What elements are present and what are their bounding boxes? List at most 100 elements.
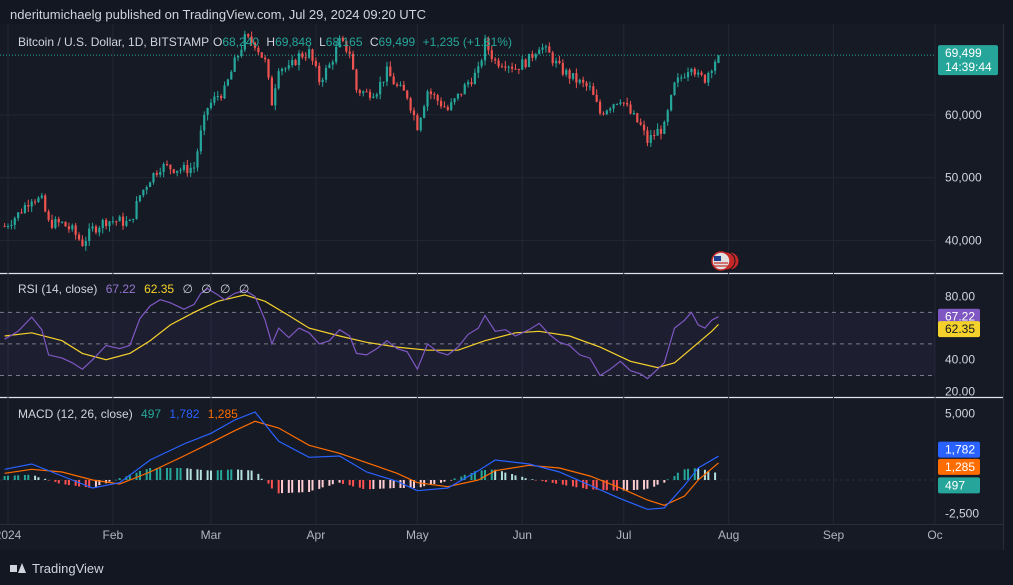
candle-body (456, 93, 460, 99)
macd-histogram-bar (389, 480, 392, 489)
candle-body (379, 81, 382, 95)
macd-histogram-bar (352, 480, 355, 487)
tradingview-logo-icon (10, 562, 26, 574)
candle-body (571, 73, 575, 79)
candle-body (507, 66, 510, 68)
candle-body (368, 91, 372, 98)
price-tick-label: 40,000 (945, 234, 982, 248)
macd-histogram-bar (331, 480, 334, 485)
macd-histogram-bar (250, 470, 253, 480)
x-tick-label: Sep (823, 528, 845, 542)
candle-body (575, 73, 578, 83)
candle-body (321, 79, 324, 83)
price-pane[interactable] (0, 30, 935, 251)
rsi-pane[interactable] (0, 287, 935, 380)
candle-body (673, 82, 676, 96)
candle-body (169, 164, 172, 170)
macd-signal-line (4, 420, 719, 506)
macd-histogram-bar (646, 480, 649, 489)
chart-frame[interactable]: 2024 Feb Mar Apr May Jun Jul Aug Sep Oc 60,000 50,0… (0, 24, 1004, 550)
candle-body (568, 70, 571, 79)
candle-body (541, 47, 544, 50)
candle-body (697, 72, 700, 75)
candle-body (450, 102, 453, 110)
candle-body (297, 53, 301, 66)
candle-body (642, 124, 646, 131)
candle-body (81, 239, 84, 247)
candle-body (514, 68, 517, 70)
candle-body (40, 195, 43, 198)
candle-body (585, 82, 588, 87)
candle-body (615, 103, 619, 105)
tradingview-footer[interactable]: TradingView (10, 558, 104, 578)
candle-body (264, 57, 267, 60)
macd-histogram-bar (186, 468, 189, 480)
candle-body (406, 90, 409, 99)
candle-body (199, 130, 202, 152)
candle-body (291, 59, 294, 66)
chart-canvas[interactable]: 2024 Feb Mar Apr May Jun Jul Aug Sep Oc 60,000 50,0… (0, 24, 1003, 550)
macd-histogram-bar (582, 480, 585, 489)
macd-histogram-bar (318, 480, 321, 489)
candle-body (13, 218, 16, 225)
candle-body (216, 96, 219, 98)
candle-body (649, 135, 652, 143)
candle-body (659, 128, 663, 134)
candle-body (84, 241, 87, 247)
candle-body (582, 79, 585, 83)
macd-histogram-bar (676, 472, 679, 480)
candle-body (182, 164, 186, 170)
rsi-tick-label: 80.00 (945, 290, 975, 304)
macd-histogram-bar (166, 468, 169, 480)
macd-histogram-bar (209, 470, 212, 480)
candle-body (358, 90, 361, 94)
macd-histogram-bar (108, 480, 111, 482)
candle-body (548, 46, 551, 53)
macd-histogram-bar (321, 480, 324, 488)
macd-pane[interactable] (0, 411, 935, 510)
x-tick-label: Mar (201, 528, 222, 542)
candle-body (710, 70, 713, 73)
x-tick-label: 2024 (0, 528, 22, 542)
macd-histogram-bar (605, 480, 608, 491)
candle-body (470, 82, 473, 85)
candle-body (629, 104, 632, 114)
macd-histogram-bar (433, 480, 436, 484)
candle-body (395, 84, 399, 86)
candle-body (636, 113, 639, 123)
candle-body (192, 167, 196, 169)
ohlc-readout: O68,240 H69,848 L68,165 C69,499 +1,235 (… (213, 35, 512, 49)
macd-histogram-bar (663, 480, 666, 483)
candle-body (538, 49, 541, 55)
macd-histogram-bar (683, 469, 686, 480)
candle-body (558, 60, 561, 64)
candle-body (260, 52, 263, 58)
us-economic-events-flag-icon[interactable] (711, 251, 740, 271)
candle-body (561, 63, 564, 75)
candle-body (10, 224, 13, 227)
candle-body (426, 91, 429, 107)
candle-body (666, 110, 669, 122)
publish-header: nderitumichaelg published on TradingView… (10, 7, 427, 22)
macd-histogram-bar (57, 480, 60, 484)
candle-body (412, 110, 416, 116)
macd-histogram-bar (511, 474, 514, 480)
macd-histogram-bar (13, 475, 16, 480)
macd-histogram-bar (643, 480, 646, 490)
macd-histogram-bar (636, 480, 639, 490)
candle-body (44, 195, 47, 212)
macd-histogram-bar (3, 476, 6, 480)
candle-body (176, 170, 179, 173)
x-tick-label: Jul (616, 528, 631, 542)
macd-histogram-bar (34, 475, 37, 480)
candle-body (162, 164, 165, 172)
macd-histogram-bar (37, 477, 40, 480)
candle-body (304, 57, 307, 59)
candle-body (439, 100, 443, 107)
candle-body (23, 205, 27, 213)
candle-body (362, 91, 365, 94)
candle-body (670, 95, 673, 111)
macd-histogram-bar (656, 480, 659, 485)
candle-body (30, 201, 33, 207)
candle-body (713, 61, 717, 71)
